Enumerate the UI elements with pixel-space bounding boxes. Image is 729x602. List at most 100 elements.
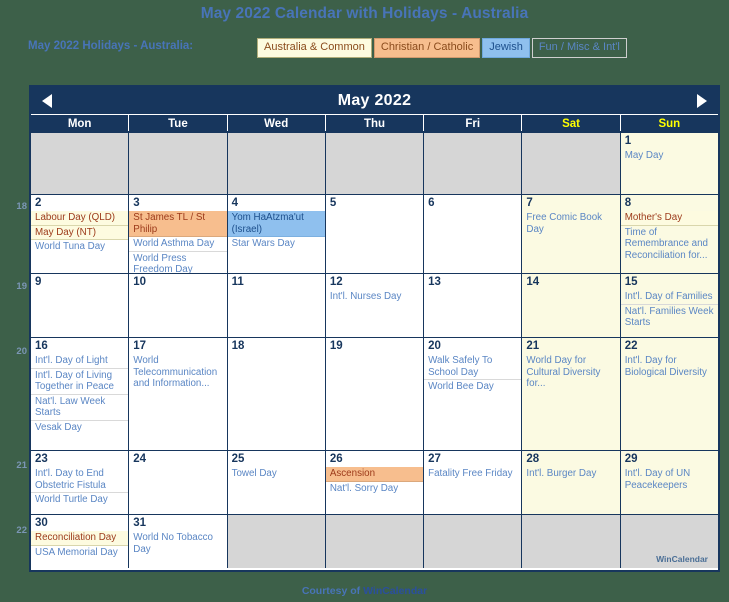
day-number: 27 bbox=[428, 453, 441, 465]
day-of-week-header-row: Mon Tue Wed Thu Fri Sat Sun bbox=[31, 114, 718, 133]
calendar-day-cell[interactable]: 21 World Day for Cultural Diversity for..… bbox=[522, 338, 621, 450]
event-item[interactable]: Nat'l. Families Week Starts bbox=[621, 305, 718, 330]
event-item[interactable]: Nat'l. Sorry Day bbox=[326, 482, 423, 496]
event-item[interactable]: May Day bbox=[621, 149, 718, 163]
calendar-day-cell[interactable]: 29 Int'l. Day of UN Peacekeepers bbox=[620, 451, 718, 514]
event-item[interactable]: World No Tobacco Day bbox=[129, 531, 226, 556]
event-item[interactable]: Int'l. Day of Families bbox=[620, 290, 718, 305]
day-number: 29 bbox=[624, 453, 638, 465]
event-item[interactable]: Star Wars Day bbox=[228, 237, 325, 251]
legend-chip-jewish[interactable]: Jewish bbox=[482, 38, 530, 58]
legend-chip-fun-misc-intl[interactable]: Fun / Misc & Int'l bbox=[531, 38, 627, 58]
calendar-day-cell[interactable]: 4 Yom HaAtzma'ut (Israel) Star Wars Day bbox=[227, 195, 326, 273]
event-item[interactable]: Towel Day bbox=[228, 467, 325, 481]
day-number: 23 bbox=[35, 453, 48, 465]
calendar-day-cell[interactable]: 20 Walk Safely To School Day World Bee Day bbox=[424, 338, 523, 450]
event-item[interactable]: Ascension bbox=[325, 467, 424, 482]
calendar-day-cell[interactable]: 16 Int'l. Day of Light Int'l. Day of Livin… bbox=[31, 338, 130, 450]
calendar-day-cell[interactable]: 18 bbox=[227, 338, 326, 450]
event-item[interactable]: Int'l. Day of Light bbox=[31, 354, 129, 369]
day-number: 11 bbox=[231, 276, 244, 288]
week-number: 22 bbox=[16, 525, 27, 536]
footer-brand-link[interactable]: WinCalendar bbox=[363, 585, 427, 597]
calendar-day-cell[interactable]: 6 bbox=[424, 195, 523, 273]
day-number: 25 bbox=[231, 453, 245, 465]
event-item[interactable]: Time of Remembrance and Reconciliation f… bbox=[621, 226, 718, 263]
event-item[interactable]: World Telecommunication and Information.… bbox=[129, 354, 226, 391]
event-item[interactable]: World Asthma Day bbox=[129, 237, 227, 252]
prev-month-arrow-icon[interactable] bbox=[42, 93, 52, 108]
day-event-list: Labour Day (QLD) May Day (NT) World Tuna D… bbox=[31, 211, 129, 254]
calendar-day-cell[interactable]: 24 bbox=[129, 451, 228, 514]
calendar-day-cell[interactable]: 1 May Day bbox=[620, 133, 718, 194]
calendar-day-cell[interactable]: 10 bbox=[129, 274, 228, 337]
calendar-day-cell[interactable]: 23 Int'l. Day to End Obstetric Fistula Wor… bbox=[31, 451, 130, 514]
event-item[interactable]: Int'l. Burger Day bbox=[522, 467, 619, 481]
calendar-cell-empty bbox=[424, 515, 523, 568]
event-item[interactable]: Yom HaAtzma'ut (Israel) bbox=[227, 211, 325, 238]
event-item[interactable]: Int'l. Nurses Day bbox=[326, 290, 423, 304]
day-event-list: Walk Safely To School Day World Bee Day bbox=[424, 354, 522, 394]
next-month-arrow-icon[interactable] bbox=[697, 93, 707, 108]
calendar-day-cell[interactable]: 19 bbox=[325, 338, 425, 450]
event-item[interactable]: Int'l. Day for Biological Diversity bbox=[621, 354, 718, 379]
day-number: 19 bbox=[329, 340, 343, 352]
calendar-day-cell[interactable]: 27 Fatality Free Friday bbox=[424, 451, 523, 514]
legend-chip-australia-common[interactable]: Australia & Common bbox=[257, 38, 372, 58]
day-event-list: Fatality Free Friday bbox=[424, 467, 521, 481]
day-event-list: Int'l. Day of Families Nat'l. Families We… bbox=[620, 290, 718, 330]
event-item[interactable]: Int'l. Day to End Obstetric Fistula bbox=[31, 467, 129, 494]
event-item[interactable]: May Day (NT) bbox=[31, 225, 129, 241]
calendar-day-cell[interactable]: 28 Int'l. Burger Day bbox=[522, 451, 621, 514]
calendar-week-row: 2 Labour Day (QLD) May Day (NT) World Tuna … bbox=[31, 195, 718, 274]
calendar-day-cell[interactable]: 11 bbox=[227, 274, 326, 337]
day-event-list: Ascension Nat'l. Sorry Day bbox=[325, 467, 424, 496]
event-item[interactable]: Reconciliation Day bbox=[31, 531, 129, 546]
event-item[interactable]: Mother's Day bbox=[620, 211, 718, 226]
day-number: 13 bbox=[428, 276, 441, 288]
calendar-day-cell[interactable]: 2 Labour Day (QLD) May Day (NT) World Tuna … bbox=[31, 195, 130, 273]
event-item[interactable]: Vesak Day bbox=[31, 421, 128, 435]
calendar-day-cell[interactable]: 5 bbox=[325, 195, 425, 273]
calendar-day-cell[interactable]: 8 Mother's Day Time of Remembrance and Rec… bbox=[620, 195, 718, 273]
day-number: 14 bbox=[526, 276, 540, 288]
event-item[interactable]: Free Comic Book Day bbox=[522, 211, 619, 236]
calendar-cell-empty bbox=[325, 515, 425, 568]
day-event-list: Int'l. Burger Day bbox=[522, 467, 619, 481]
event-item[interactable]: Walk Safely To School Day bbox=[424, 354, 522, 381]
event-item[interactable]: World Bee Day bbox=[424, 380, 521, 394]
calendar-month-title: May 2022 bbox=[337, 91, 412, 109]
week-number: 19 bbox=[16, 281, 27, 292]
calendar-day-cell[interactable]: 17 World Telecommunication and Informatio… bbox=[129, 338, 228, 450]
calendar-day-cell[interactable]: 22 Int'l. Day for Biological Diversity bbox=[620, 338, 718, 450]
event-item[interactable]: World Day for Cultural Diversity for... bbox=[522, 354, 619, 391]
calendar-day-cell[interactable]: 9 bbox=[31, 274, 130, 337]
calendar-day-cell[interactable]: 13 bbox=[424, 274, 523, 337]
day-number: 3 bbox=[133, 197, 140, 209]
event-item[interactable]: World Tuna Day bbox=[31, 240, 128, 254]
event-item[interactable]: USA Memorial Day bbox=[31, 546, 128, 560]
event-item[interactable]: Int'l. Day of UN Peacekeepers bbox=[621, 467, 718, 492]
day-number: 1 bbox=[624, 135, 632, 147]
event-item[interactable]: Fatality Free Friday bbox=[424, 467, 521, 481]
calendar-day-cell[interactable]: 30 Reconciliation Day USA Memorial Day bbox=[31, 515, 130, 568]
day-number: 8 bbox=[624, 197, 632, 209]
calendar-day-cell[interactable]: 3 St James TL / St Philip World Asthma Day… bbox=[129, 195, 228, 273]
event-item[interactable]: Labour Day (QLD) bbox=[31, 211, 129, 226]
calendar-day-cell[interactable]: 14 bbox=[522, 274, 621, 337]
calendar-day-cell[interactable]: 25 Towel Day bbox=[227, 451, 326, 514]
calendar-day-cell[interactable]: 15 Int'l. Day of Families Nat'l. Families … bbox=[620, 274, 718, 337]
legend-chip-christian-catholic[interactable]: Christian / Catholic bbox=[373, 38, 481, 58]
calendar-day-cell[interactable]: 31 World No Tobacco Day bbox=[129, 515, 228, 568]
calendar-cell-empty bbox=[424, 133, 523, 194]
event-item[interactable]: St James TL / St Philip bbox=[129, 211, 227, 238]
event-item[interactable]: World Turtle Day bbox=[31, 493, 128, 507]
calendar-day-cell[interactable]: 26 Ascension Nat'l. Sorry Day bbox=[325, 451, 425, 514]
event-item[interactable]: Int'l. Day of Living Together in Peace bbox=[31, 369, 129, 395]
calendar-day-cell[interactable]: 7 Free Comic Book Day bbox=[522, 195, 621, 273]
legend-label: May 2022 Holidays - Australia: bbox=[28, 40, 194, 52]
calendar-day-cell[interactable]: 12 Int'l. Nurses Day bbox=[325, 274, 425, 337]
event-item[interactable]: World Press Freedom Day bbox=[129, 252, 226, 273]
day-number: 6 bbox=[428, 197, 435, 209]
event-item[interactable]: Nat'l. Law Week Starts bbox=[31, 395, 129, 421]
